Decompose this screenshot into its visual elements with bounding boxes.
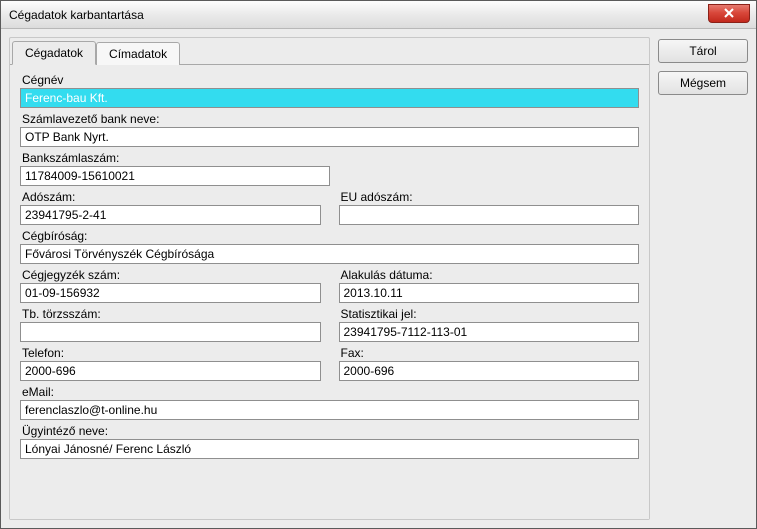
save-button[interactable]: Tárol: [658, 39, 748, 63]
close-button[interactable]: [708, 4, 750, 23]
adoszam-label: Adószám:: [20, 190, 321, 204]
email-input[interactable]: [20, 400, 639, 420]
tab-page-cegadatok: Cégnév Számlavezető bank neve: Bankszáml…: [10, 64, 649, 519]
eu-adoszam-input[interactable]: [339, 205, 640, 225]
tab-strip: Cégadatok Címadatok: [10, 40, 649, 64]
cegjegyzek-label: Cégjegyzék szám:: [20, 268, 321, 282]
tab-cimadatok[interactable]: Címadatok: [96, 42, 180, 65]
stat-jel-label: Statisztikai jel:: [339, 307, 640, 321]
telefon-label: Telefon:: [20, 346, 321, 360]
alak-datum-input[interactable]: [339, 283, 640, 303]
close-icon: [724, 7, 734, 21]
bankneve-label: Számlavezető bank neve:: [20, 112, 639, 126]
cegbirosag-label: Cégbíróság:: [20, 229, 639, 243]
window-title: Cégadatok karbantartása: [9, 8, 144, 22]
cegnev-input[interactable]: [20, 88, 639, 108]
telefon-input[interactable]: [20, 361, 321, 381]
bankneve-input[interactable]: [20, 127, 639, 147]
fax-label: Fax:: [339, 346, 640, 360]
bankszamla-label: Bankszámlaszám:: [20, 151, 330, 165]
title-bar: Cégadatok karbantartása: [1, 1, 756, 29]
button-column: Tárol Mégsem: [658, 37, 748, 520]
tb-torzsszam-label: Tb. törzsszám:: [20, 307, 321, 321]
stat-jel-input[interactable]: [339, 322, 640, 342]
cancel-button[interactable]: Mégsem: [658, 71, 748, 95]
tab-cegadatok[interactable]: Cégadatok: [12, 41, 96, 65]
cegbirosag-input[interactable]: [20, 244, 639, 264]
client-area: Cégadatok Címadatok Cégnév Számlavezető …: [1, 29, 756, 528]
window-frame: Cégadatok karbantartása Cégadatok Címada…: [0, 0, 757, 529]
email-label: eMail:: [20, 385, 639, 399]
adoszam-input[interactable]: [20, 205, 321, 225]
tb-torzsszam-input[interactable]: [20, 322, 321, 342]
ugyintezo-label: Ügyintéző neve:: [20, 424, 639, 438]
tab-container: Cégadatok Címadatok Cégnév Számlavezető …: [9, 37, 650, 520]
eu-adoszam-label: EU adószám:: [339, 190, 640, 204]
cegjegyzek-input[interactable]: [20, 283, 321, 303]
bankszamla-input[interactable]: [20, 166, 330, 186]
ugyintezo-input[interactable]: [20, 439, 639, 459]
alak-datum-label: Alakulás dátuma:: [339, 268, 640, 282]
fax-input[interactable]: [339, 361, 640, 381]
cegnev-label: Cégnév: [20, 73, 639, 87]
